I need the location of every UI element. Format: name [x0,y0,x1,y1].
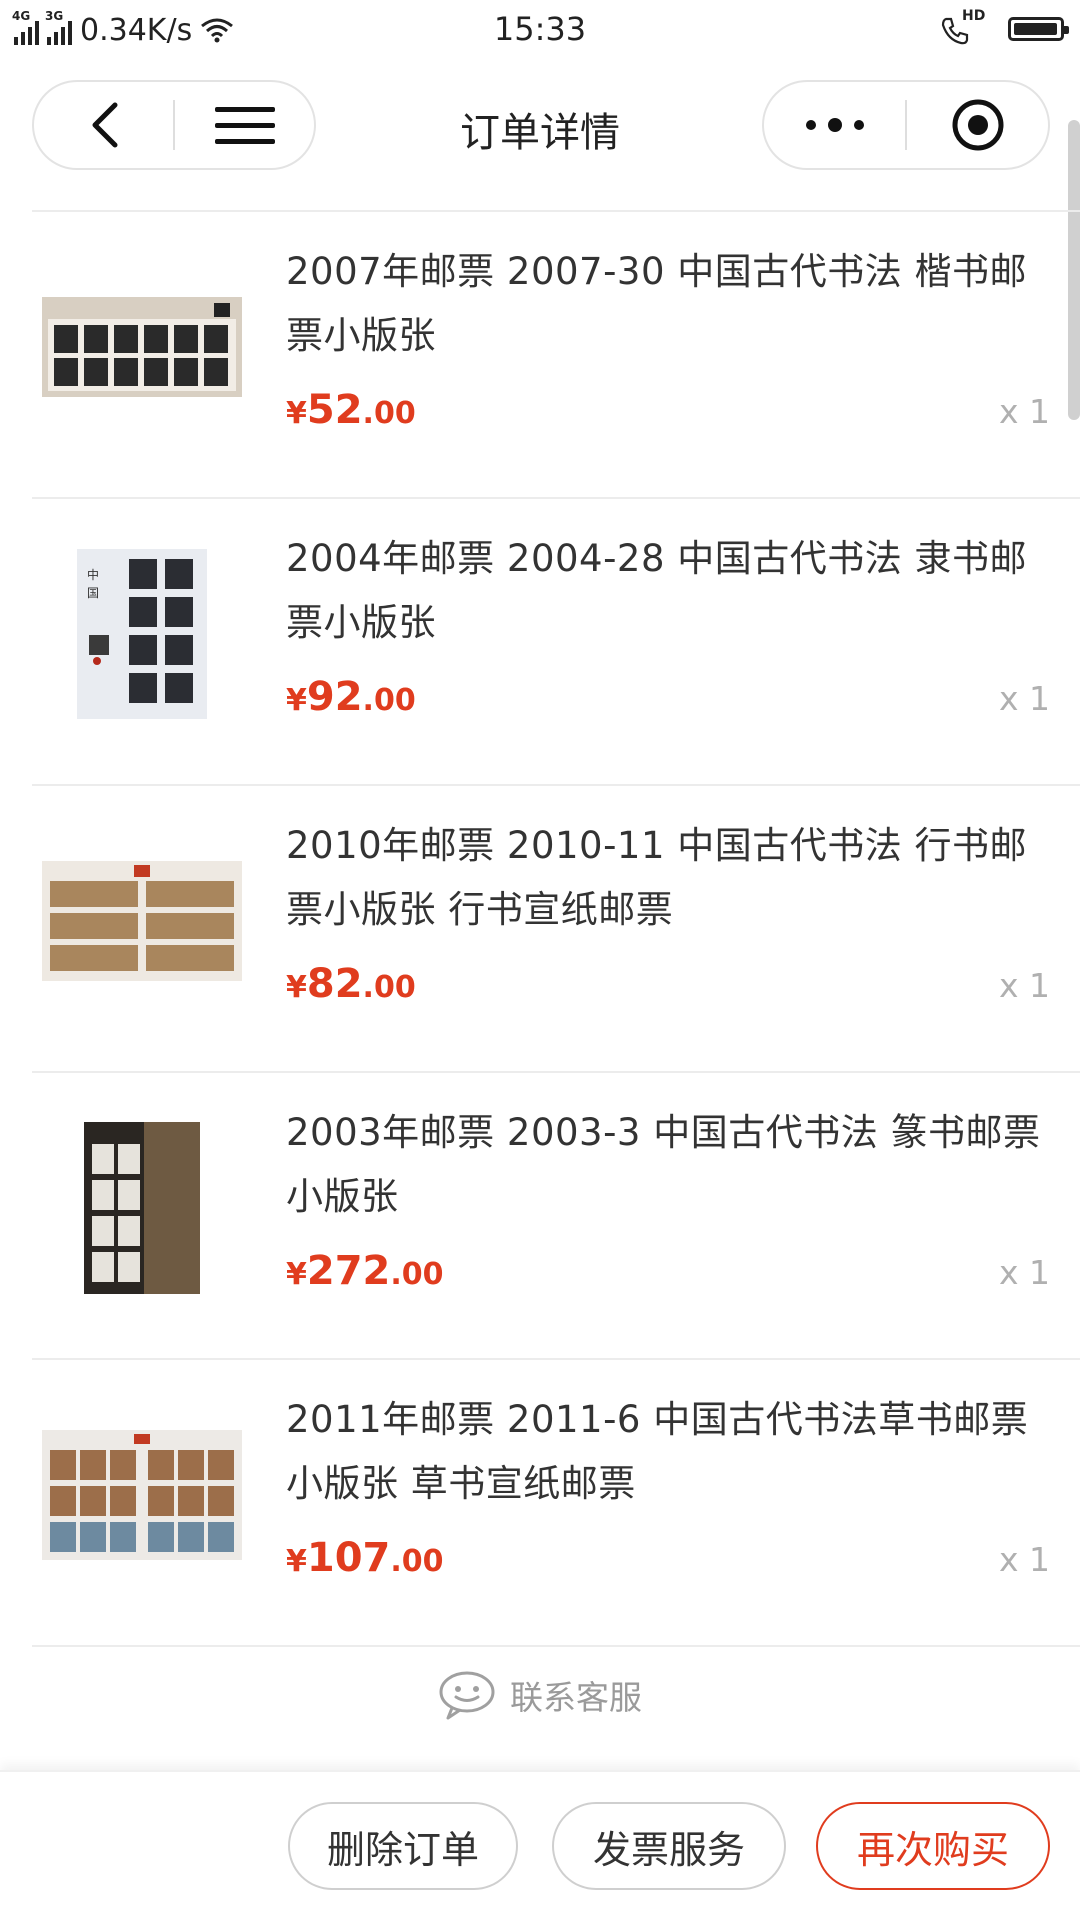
product-thumbnail[interactable] [42,846,242,996]
clock: 15:33 [493,10,587,48]
nav-header: 订单详情 [0,60,1080,210]
product-quantity: x 1 [998,1253,1050,1292]
order-item[interactable]: 2007年邮票 2007-30 中国古代书法 楷书邮票小版张 ¥52.00 x … [32,210,1080,499]
price-decimal: .00 [390,1257,444,1292]
product-name[interactable]: 2003年邮票 2003-3 中国古代书法 篆书邮票小版张 [286,1101,1050,1229]
more-dots-icon [805,118,864,132]
price-integer: 52 [306,387,363,433]
price-currency: ¥ [286,970,307,1005]
product-quantity: x 1 [998,966,1050,1005]
product-name[interactable]: 2011年邮票 2011-6 中国古代书法草书邮票小版张 草书宣纸邮票 [286,1388,1050,1516]
status-right: HD [940,8,1069,46]
order-item[interactable]: 2010年邮票 2010-11 中国古代书法 行书邮票小版张 行书宣纸邮票 ¥8… [32,786,1080,1073]
contact-service-button[interactable]: 联系客服 [0,1665,1080,1725]
price-currency: ¥ [286,1257,307,1292]
hd-call-icon: HD [940,8,986,46]
order-item[interactable]: 中 国 2004年邮票 2004-28 中国古代书法 隶书邮票小版张 ¥92.0… [32,499,1080,786]
price-integer: 107 [306,1535,391,1581]
price-integer: 272 [306,1248,391,1294]
product-thumbnail[interactable] [42,1420,242,1570]
product-quantity: x 1 [998,392,1050,431]
price-decimal: .00 [362,396,416,431]
close-miniprogram-button[interactable] [907,82,1048,168]
order-item-list: 2007年邮票 2007-30 中国古代书法 楷书邮票小版张 ¥52.00 x … [32,210,1080,1647]
order-item[interactable]: 2011年邮票 2011-6 中国古代书法草书邮票小版张 草书宣纸邮票 ¥107… [32,1360,1080,1647]
status-bar: 4G 3G 0.34K/s 15:33 HD [0,0,1080,60]
price-currency: ¥ [286,1544,307,1579]
product-price: ¥82.00 [286,961,416,1007]
svg-text:国: 国 [87,586,99,600]
price-integer: 82 [306,961,363,1007]
product-price: ¥272.00 [286,1248,444,1294]
product-name[interactable]: 2007年邮票 2007-30 中国古代书法 楷书邮票小版张 [286,240,1050,368]
bottom-action-bar: 删除订单 发票服务 再次购买 [0,1770,1080,1922]
product-thumbnail[interactable]: 中 国 [42,549,242,719]
price-currency: ¥ [286,683,307,718]
contact-service-label: 联系客服 [510,1678,642,1717]
more-button[interactable] [764,82,905,168]
price-decimal: .00 [390,1544,444,1579]
price-decimal: .00 [362,970,416,1005]
price-currency: ¥ [286,396,307,431]
chat-bubble-icon [439,1671,495,1720]
price-decimal: .00 [362,683,416,718]
nav-capsule-right [762,80,1050,170]
product-quantity: x 1 [998,679,1050,718]
product-quantity: x 1 [998,1540,1050,1579]
svg-text:中: 中 [87,567,99,582]
battery-icon [1008,17,1069,41]
buy-again-button[interactable]: 再次购买 [816,1802,1050,1890]
product-name[interactable]: 2004年邮票 2004-28 中国古代书法 隶书邮票小版张 [286,527,1050,655]
product-price: ¥52.00 [286,387,416,433]
order-item[interactable]: 2003年邮票 2003-3 中国古代书法 篆书邮票小版张 ¥272.00 x … [32,1073,1080,1360]
product-price: ¥107.00 [286,1535,444,1581]
product-price: ¥92.00 [286,674,416,720]
product-thumbnail[interactable] [42,272,242,422]
product-name[interactable]: 2010年邮票 2010-11 中国古代书法 行书邮票小版张 行书宣纸邮票 [286,814,1050,942]
invoice-service-button[interactable]: 发票服务 [552,1802,786,1890]
delete-order-button[interactable]: 删除订单 [288,1802,518,1890]
price-integer: 92 [306,674,363,720]
product-thumbnail[interactable] [42,1122,242,1294]
target-close-icon [952,99,1003,151]
hd-label: HD [962,8,986,24]
